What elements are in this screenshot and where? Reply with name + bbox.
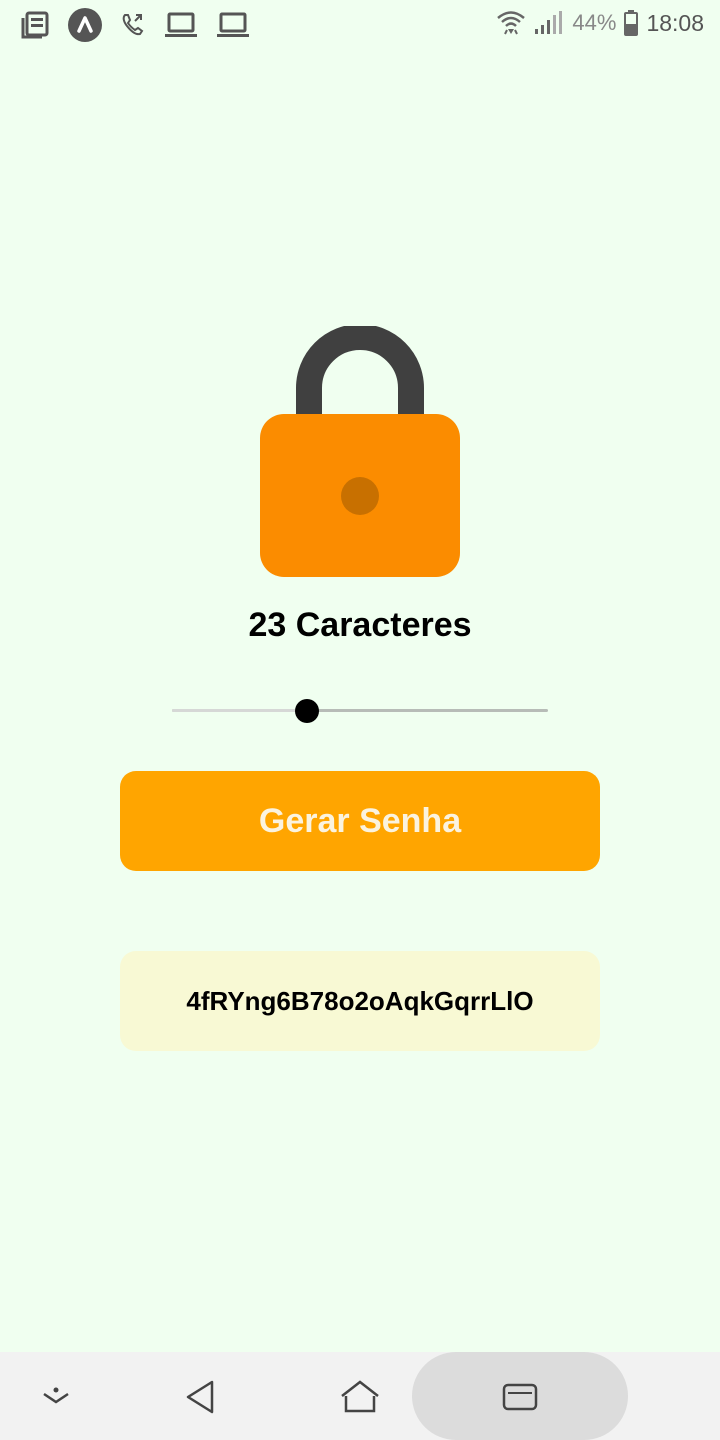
- laptop-icon: [164, 11, 198, 39]
- app-screen: 44% 18:08 23 Caracteres Gerar Senha 4fRY…: [0, 0, 720, 1440]
- recents-icon[interactable]: [502, 1383, 538, 1416]
- dropdown-icon[interactable]: [42, 1386, 70, 1411]
- system-indicators: 44% 18:08: [496, 8, 704, 38]
- status-bar: 44% 18:08: [0, 0, 720, 50]
- back-icon[interactable]: [184, 1380, 218, 1419]
- slider-active-track[interactable]: [172, 709, 307, 712]
- password-output[interactable]: 4fRYng6B78o2oAqkGqrrLlO: [120, 951, 600, 1051]
- slider-thumb[interactable]: [295, 699, 319, 723]
- length-label: 23 Caracteres: [248, 606, 472, 644]
- battery-icon: [624, 10, 639, 36]
- length-slider[interactable]: [172, 694, 548, 728]
- app-icon: [68, 8, 102, 42]
- home-icon[interactable]: [340, 1380, 380, 1419]
- battery-percent: 44%: [572, 10, 617, 35]
- notification-icons: [20, 8, 250, 42]
- status-clock: 18:08: [646, 9, 704, 36]
- navigation-bar: [0, 1352, 720, 1440]
- generate-button-label: Gerar Senha: [258, 801, 462, 840]
- wifi-icon: [496, 8, 526, 38]
- generate-password-button[interactable]: Gerar Senha: [120, 771, 600, 871]
- password-text[interactable]: 4fRYng6B78o2oAqkGqrrLlO: [186, 986, 533, 1017]
- news-icon: [20, 10, 50, 40]
- padlock-icon: [258, 324, 462, 578]
- laptop-icon: [216, 11, 250, 39]
- call-icon: [120, 12, 146, 38]
- signal-icon: [534, 10, 564, 36]
